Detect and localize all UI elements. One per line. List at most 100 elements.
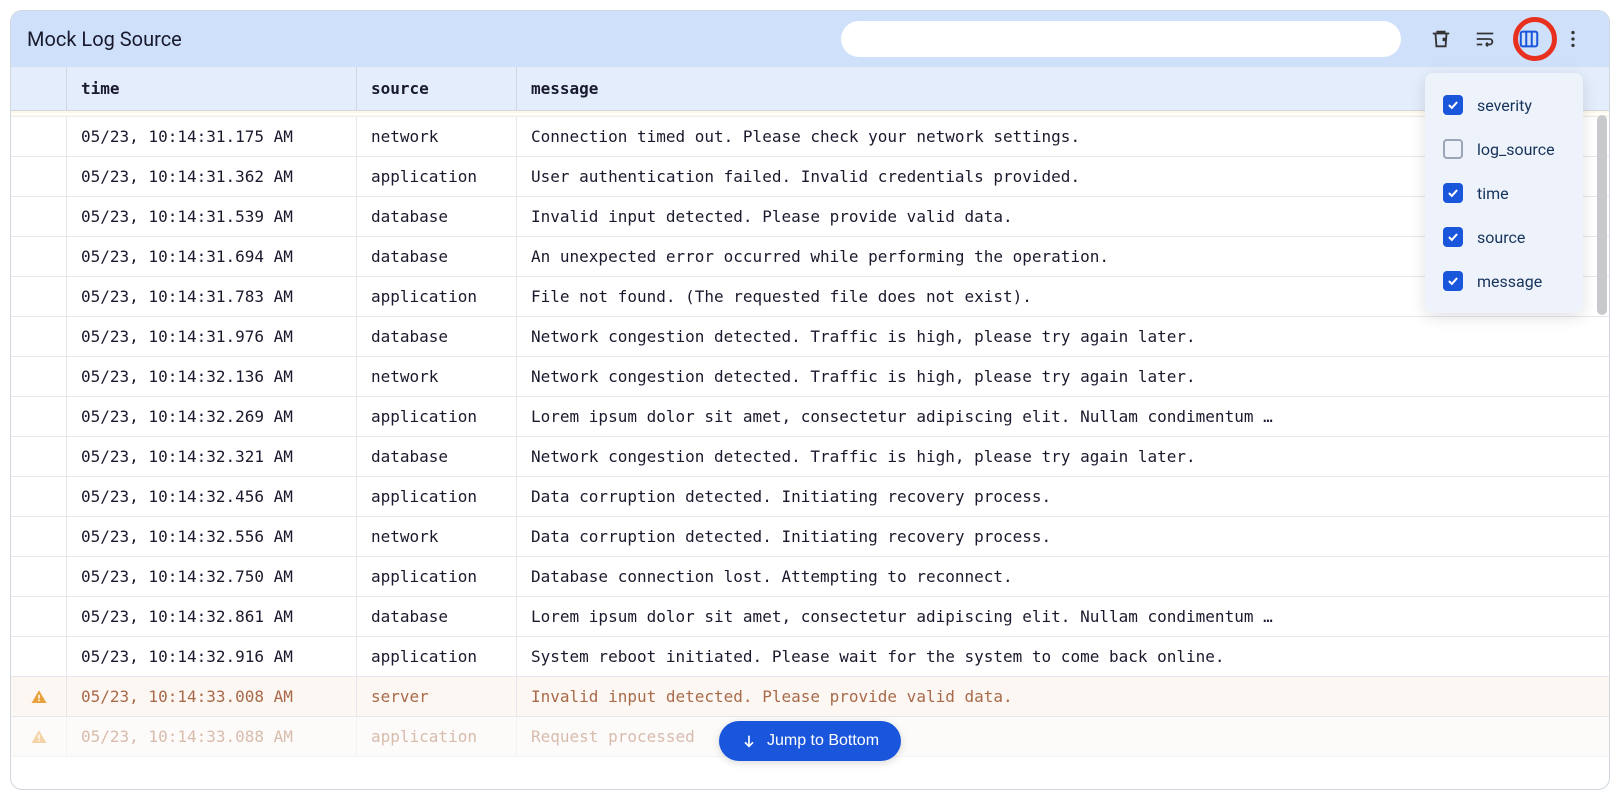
severity-cell: [11, 197, 67, 236]
page-title: Mock Log Source: [27, 27, 182, 51]
table-row[interactable]: 05/23, 10:14:31.362 AMapplicationUser au…: [11, 157, 1609, 197]
table-row[interactable]: 05/23, 10:14:32.556 AMnetworkData corrup…: [11, 517, 1609, 557]
scrollbar-thumb[interactable]: [1597, 115, 1607, 315]
columns-icon[interactable]: [1509, 19, 1549, 59]
column-option-label: time: [1477, 184, 1509, 203]
source-cell: application: [357, 477, 517, 516]
severity-cell: [11, 597, 67, 636]
time-cell: 05/23, 10:14:31.539 AM: [67, 197, 357, 236]
source-cell: application: [357, 157, 517, 196]
time-cell: 05/23, 10:14:32.269 AM: [67, 397, 357, 436]
message-cell: Database connection lost. Attempting to …: [517, 557, 1609, 596]
table-row[interactable]: 05/23, 10:14:31.539 AMdatabaseInvalid in…: [11, 197, 1609, 237]
arrow-down-icon: [741, 733, 757, 749]
toolbar: [1421, 19, 1593, 59]
source-cell: application: [357, 717, 517, 756]
table-row[interactable]: 05/23, 10:14:32.750 AMapplicationDatabas…: [11, 557, 1609, 597]
column-option-log_source[interactable]: log_source: [1425, 127, 1583, 171]
table-row[interactable]: 05/23, 10:14:32.321 AMdatabaseNetwork co…: [11, 437, 1609, 477]
severity-cell: [11, 717, 67, 756]
source-cell: application: [357, 277, 517, 316]
column-option-severity[interactable]: severity: [1425, 83, 1583, 127]
time-cell: 05/23, 10:14:31.976 AM: [67, 317, 357, 356]
column-option-source[interactable]: source: [1425, 215, 1583, 259]
message-cell: Invalid input detected. Please provide v…: [517, 677, 1609, 716]
table-row[interactable]: 05/23, 10:14:32.269 AMapplicationLorem i…: [11, 397, 1609, 437]
warning-icon: [11, 688, 66, 706]
column-header-time[interactable]: time: [67, 67, 357, 110]
time-cell: 05/23, 10:14:33.008 AM: [67, 677, 357, 716]
source-cell: application: [357, 557, 517, 596]
severity-cell: [11, 157, 67, 196]
source-cell: network: [357, 117, 517, 156]
message-cell: System reboot initiated. Please wait for…: [517, 637, 1609, 676]
jump-to-bottom-button[interactable]: Jump to Bottom: [719, 721, 901, 761]
severity-cell: [11, 437, 67, 476]
column-option-time[interactable]: time: [1425, 171, 1583, 215]
table-body[interactable]: 05/23, 10:14:31.175 AMnetworkConnection …: [11, 111, 1609, 789]
table-row[interactable]: 05/23, 10:14:32.136 AMnetworkNetwork con…: [11, 357, 1609, 397]
severity-cell: [11, 477, 67, 516]
time-cell: 05/23, 10:14:31.694 AM: [67, 237, 357, 276]
time-cell: 05/23, 10:14:31.362 AM: [67, 157, 357, 196]
column-header-severity[interactable]: [11, 67, 67, 110]
checkbox-unchecked-icon[interactable]: [1443, 139, 1463, 159]
time-cell: 05/23, 10:14:32.556 AM: [67, 517, 357, 556]
checkbox-checked-icon[interactable]: [1443, 227, 1463, 247]
table-row[interactable]: 05/23, 10:14:33.008 AMserverInvalid inpu…: [11, 677, 1609, 717]
source-cell: database: [357, 237, 517, 276]
source-cell: application: [357, 397, 517, 436]
table-row[interactable]: 05/23, 10:14:31.175 AMnetworkConnection …: [11, 117, 1609, 157]
severity-cell: [11, 357, 67, 396]
source-cell: network: [357, 357, 517, 396]
table-header: time source message: [11, 67, 1609, 111]
table-row[interactable]: 05/23, 10:14:32.456 AMapplicationData co…: [11, 477, 1609, 517]
severity-cell: [11, 677, 67, 716]
severity-cell: [11, 637, 67, 676]
column-option-label: log_source: [1477, 140, 1555, 159]
source-cell: database: [357, 317, 517, 356]
message-cell: Lorem ipsum dolor sit amet, consectetur …: [517, 597, 1609, 636]
severity-cell: [11, 277, 67, 316]
time-cell: 05/23, 10:14:32.750 AM: [67, 557, 357, 596]
jump-button-label: Jump to Bottom: [767, 732, 879, 750]
table-row[interactable]: 05/23, 10:14:31.976 AMdatabaseNetwork co…: [11, 317, 1609, 357]
column-option-label: source: [1477, 228, 1525, 247]
column-header-source[interactable]: source: [357, 67, 517, 110]
message-cell: Data corruption detected. Initiating rec…: [517, 477, 1609, 516]
column-picker-dropdown: severity log_sourcetime source message: [1425, 73, 1583, 313]
time-cell: 05/23, 10:14:32.861 AM: [67, 597, 357, 636]
message-cell: Lorem ipsum dolor sit amet, consectetur …: [517, 397, 1609, 436]
source-cell: database: [357, 597, 517, 636]
scrollbar[interactable]: [1597, 115, 1607, 785]
source-cell: application: [357, 637, 517, 676]
wrap-text-icon[interactable]: [1465, 19, 1505, 59]
clear-logs-icon[interactable]: [1421, 19, 1461, 59]
column-option-message[interactable]: message: [1425, 259, 1583, 303]
time-cell: 05/23, 10:14:33.088 AM: [67, 717, 357, 756]
checkbox-checked-icon[interactable]: [1443, 183, 1463, 203]
table-row[interactable]: 05/23, 10:14:32.861 AMdatabaseLorem ipsu…: [11, 597, 1609, 637]
search-input[interactable]: [841, 21, 1401, 57]
message-cell: Network congestion detected. Traffic is …: [517, 317, 1609, 356]
table-row[interactable]: 05/23, 10:14:31.694 AMdatabaseAn unexpec…: [11, 237, 1609, 277]
time-cell: 05/23, 10:14:31.783 AM: [67, 277, 357, 316]
header-bar: Mock Log Source: [11, 11, 1609, 67]
column-option-label: severity: [1477, 96, 1532, 115]
warning-icon: [11, 728, 66, 746]
checkbox-checked-icon[interactable]: [1443, 95, 1463, 115]
checkbox-checked-icon[interactable]: [1443, 271, 1463, 291]
table-row[interactable]: 05/23, 10:14:32.916 AMapplicationSystem …: [11, 637, 1609, 677]
more-menu-icon[interactable]: [1553, 19, 1593, 59]
severity-cell: [11, 237, 67, 276]
message-cell: Data corruption detected. Initiating rec…: [517, 517, 1609, 556]
source-cell: database: [357, 437, 517, 476]
severity-cell: [11, 397, 67, 436]
severity-cell: [11, 557, 67, 596]
severity-cell: [11, 117, 67, 156]
time-cell: 05/23, 10:14:31.175 AM: [67, 117, 357, 156]
message-cell: Network congestion detected. Traffic is …: [517, 437, 1609, 476]
table-row[interactable]: 05/23, 10:14:31.783 AMapplicationFile no…: [11, 277, 1609, 317]
time-cell: 05/23, 10:14:32.916 AM: [67, 637, 357, 676]
time-cell: 05/23, 10:14:32.136 AM: [67, 357, 357, 396]
